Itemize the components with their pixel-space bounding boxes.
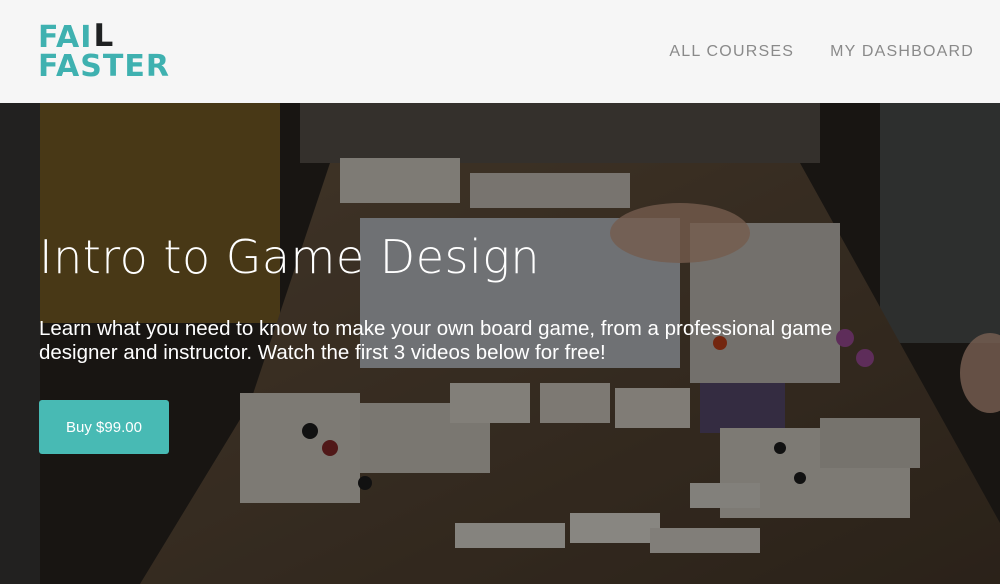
logo-row-1: FAI L [38,18,170,55]
hero-banner: Intro to Game Design Learn what you need… [0,103,1000,584]
course-title: Intro to Game Design [39,230,541,284]
nav-all-courses[interactable]: ALL COURSES [669,43,794,61]
logo-text-fai: FAI [38,19,93,55]
nav-my-dashboard[interactable]: MY DASHBOARD [830,43,974,61]
logo-text-l: L [93,18,115,55]
site-header: FAI L FASTER ALL COURSES MY DASHBOARD [0,0,1000,103]
course-description: Learn what you need to know to make your… [39,317,833,364]
top-nav: ALL COURSES MY DASHBOARD [669,43,974,61]
logo-row-2: FASTER [38,48,170,84]
buy-button[interactable]: Buy $99.00 [39,400,169,454]
fail-faster-logo[interactable]: FAI L FASTER [38,18,170,84]
